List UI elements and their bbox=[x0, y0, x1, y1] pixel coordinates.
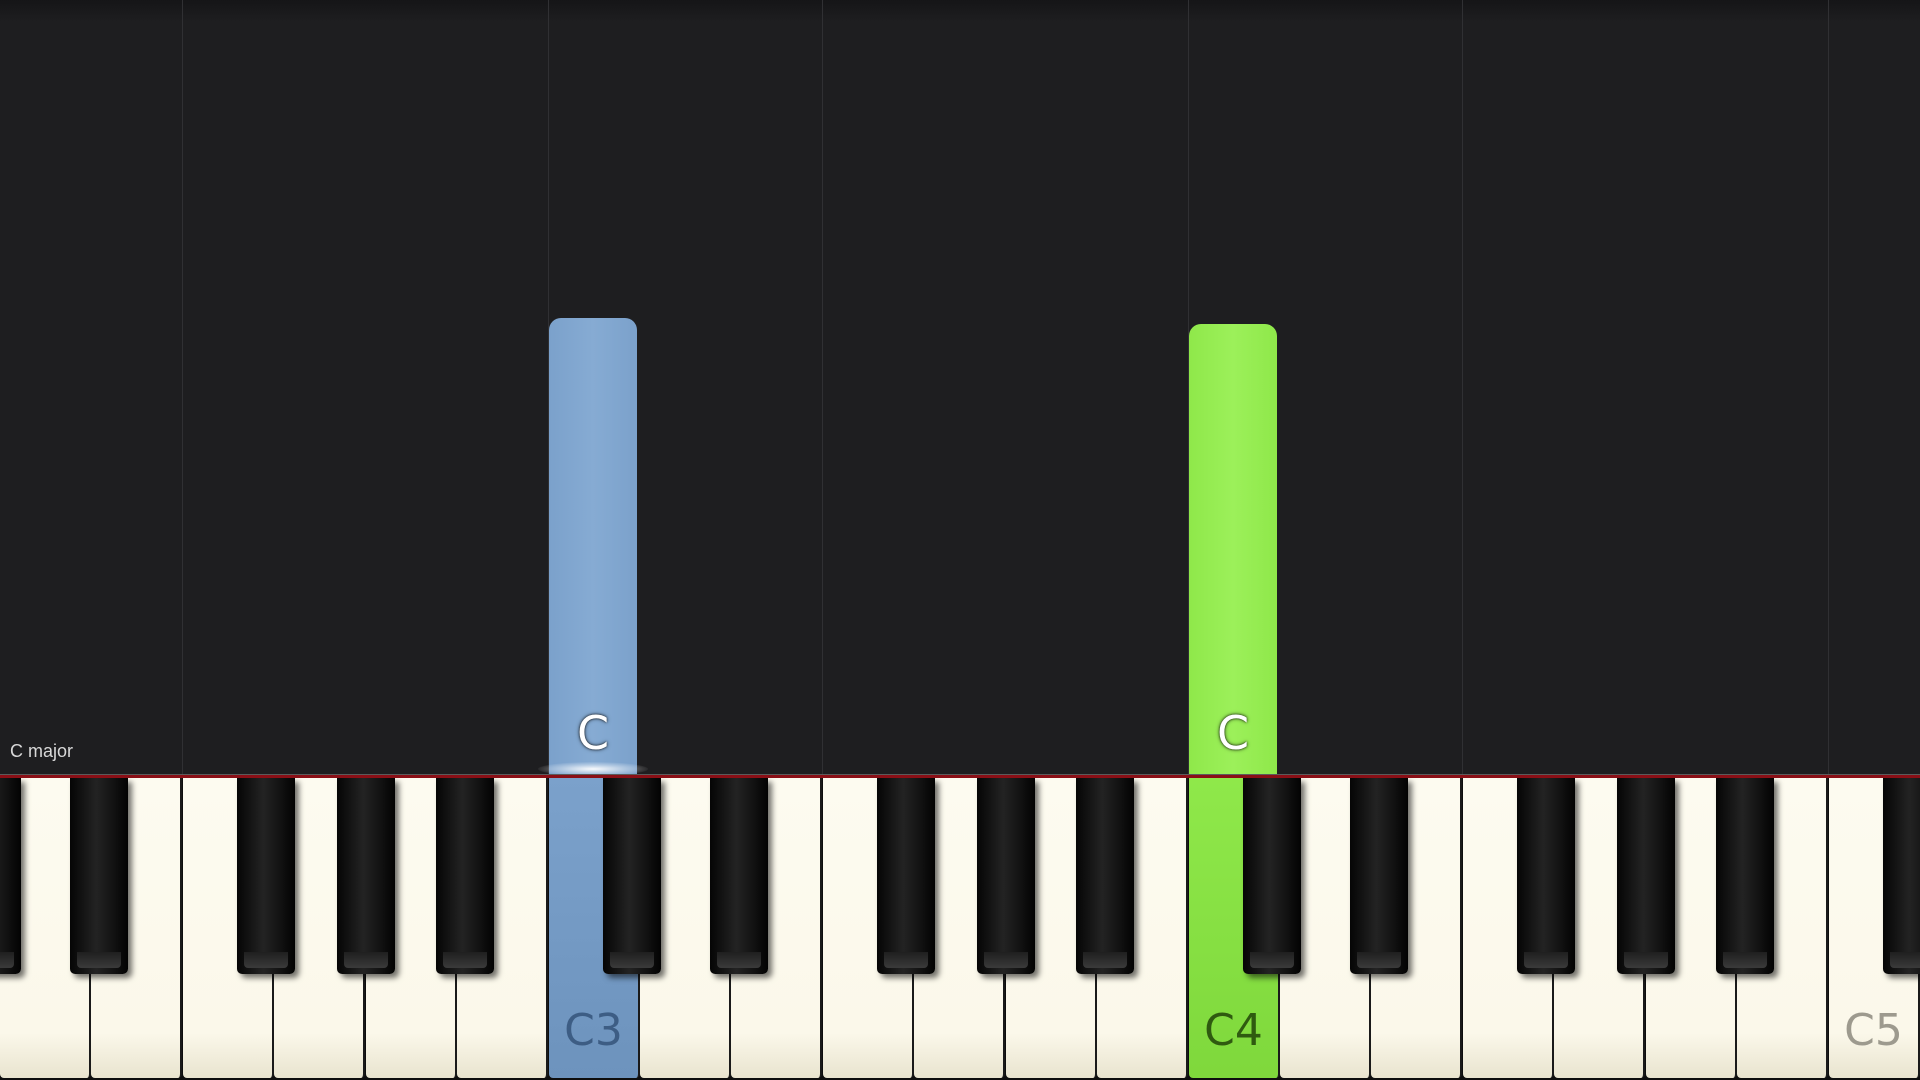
black-key[interactable] bbox=[877, 778, 935, 974]
black-key[interactable] bbox=[1617, 778, 1675, 974]
grid-line bbox=[182, 0, 183, 775]
black-key[interactable] bbox=[1076, 778, 1134, 974]
grid-line bbox=[1828, 0, 1829, 775]
grid-line bbox=[1462, 0, 1463, 775]
black-key[interactable] bbox=[710, 778, 768, 974]
black-key[interactable] bbox=[977, 778, 1035, 974]
synthesia-view: C C C major C3 C4 C5 bbox=[0, 0, 1920, 1080]
octave-label: C3 bbox=[564, 1005, 623, 1056]
falling-note-c4: C bbox=[1189, 324, 1277, 775]
black-key[interactable] bbox=[1716, 778, 1774, 974]
falling-notes-area: C C C major bbox=[0, 0, 1920, 776]
black-key[interactable] bbox=[1883, 778, 1920, 974]
octave-label: C4 bbox=[1204, 1005, 1263, 1056]
black-key[interactable] bbox=[603, 778, 661, 974]
piano-keyboard[interactable]: C3 C4 C5 bbox=[0, 778, 1920, 1080]
key-signature-label: C major bbox=[10, 741, 74, 761]
black-key[interactable] bbox=[237, 778, 295, 974]
black-key[interactable] bbox=[0, 778, 21, 974]
black-key[interactable] bbox=[337, 778, 395, 974]
black-key[interactable] bbox=[1350, 778, 1408, 974]
black-key[interactable] bbox=[436, 778, 494, 974]
grid-line bbox=[822, 0, 823, 775]
note-letter: C bbox=[576, 706, 610, 760]
note-letter: C bbox=[1216, 706, 1250, 760]
octave-label: C5 bbox=[1844, 1005, 1903, 1056]
black-key[interactable] bbox=[1243, 778, 1301, 974]
black-key[interactable] bbox=[70, 778, 128, 974]
black-key[interactable] bbox=[1517, 778, 1575, 974]
falling-note-c3: C bbox=[549, 318, 637, 775]
